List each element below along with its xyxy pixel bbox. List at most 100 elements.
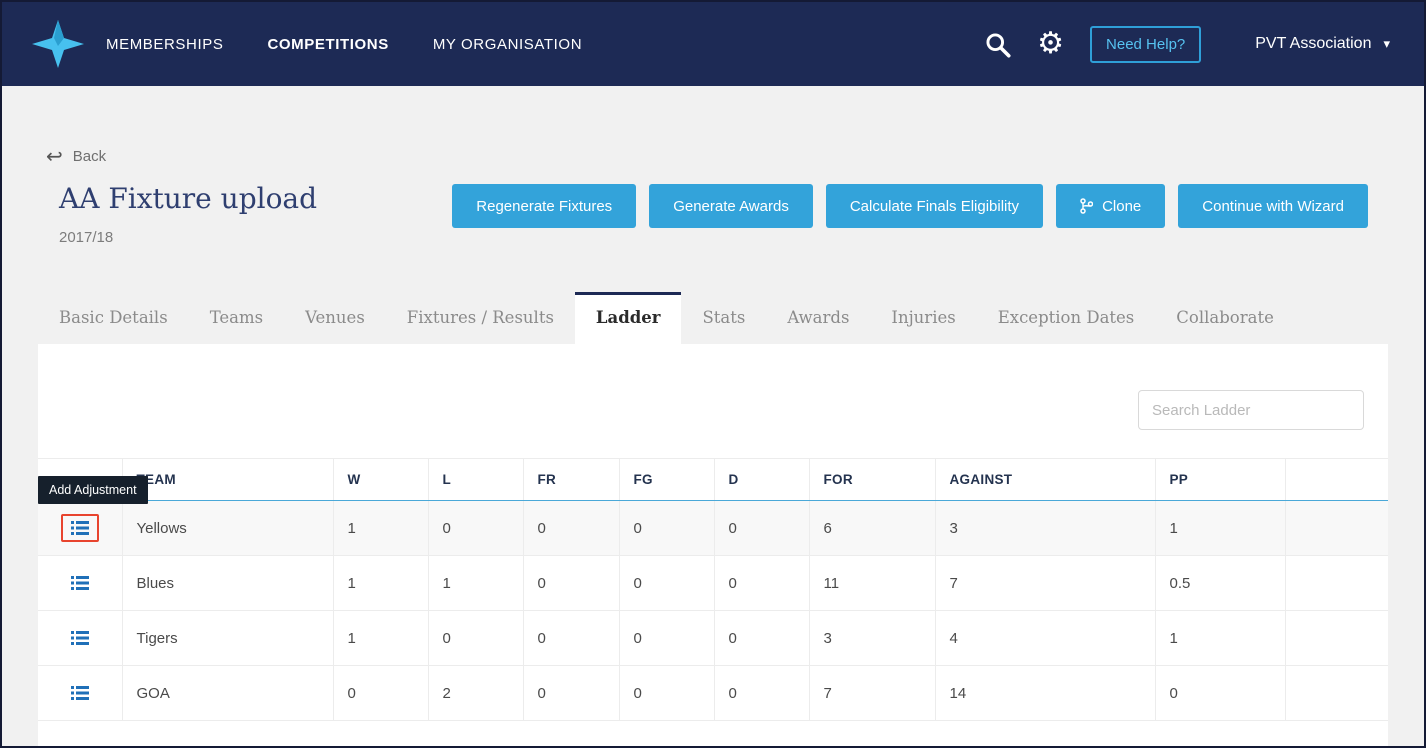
cell-l: 2 (427, 665, 523, 721)
add-adjustment-icon[interactable] (65, 625, 95, 651)
cell-empty (1284, 500, 1388, 556)
cell-w: 1 (332, 500, 428, 556)
tab-ladder[interactable]: Ladder (574, 292, 682, 344)
cell-pp: 0 (1154, 665, 1285, 721)
branch-icon (1080, 198, 1094, 214)
cell-fg: 0 (618, 665, 714, 721)
table-row: Yellows 1 0 0 0 0 6 3 1 (38, 500, 1388, 556)
cell-l: 1 (427, 555, 523, 611)
org-name: PVT Association (1255, 35, 1372, 52)
cell-l: 0 (427, 610, 523, 666)
table-row: Blues 1 1 0 0 0 11 7 0.5 (38, 555, 1388, 611)
col-pp: PP (1154, 458, 1285, 501)
gear-icon[interactable]: ⚙ (1037, 29, 1064, 59)
cell-against: 4 (934, 610, 1155, 666)
cell-for: 6 (808, 500, 935, 556)
col-w: W (332, 458, 428, 501)
team-name: Tigers (121, 610, 333, 666)
star-logo-icon (32, 20, 84, 68)
add-adjustment-icon[interactable] (70, 521, 89, 535)
nav-competitions[interactable]: COMPETITIONS (267, 36, 388, 53)
add-adjustment-icon[interactable] (65, 570, 95, 596)
cell-against: 3 (934, 500, 1155, 556)
tab-basic-details[interactable]: Basic Details (38, 292, 189, 344)
table-row: Tigers 1 0 0 0 0 3 4 1 (38, 610, 1388, 666)
cell-against: 14 (934, 665, 1155, 721)
page-title: AA Fixture upload (59, 182, 318, 215)
back-arrow-icon: ↩ (46, 144, 63, 168)
app-logo-icon[interactable] (30, 18, 86, 70)
cell-w: 1 (332, 555, 428, 611)
season-label: 2017/18 (59, 229, 114, 246)
cell-pp: 1 (1154, 610, 1285, 666)
team-name: Blues (121, 555, 333, 611)
search-row (38, 344, 1388, 430)
tab-awards[interactable]: Awards (766, 292, 870, 344)
col-l: L (427, 458, 523, 501)
tab-venues[interactable]: Venues (284, 292, 386, 344)
calculate-finals-eligibility-button[interactable]: Calculate Finals Eligibility (825, 184, 1044, 228)
cell-fg: 0 (618, 610, 714, 666)
table-header-row: TEAM W L FR FG D FOR AGAINST PP (38, 458, 1388, 501)
app-window: MEMBERSHIPS COMPETITIONS MY ORGANISATION… (0, 0, 1426, 748)
tab-exception-dates[interactable]: Exception Dates (977, 292, 1156, 344)
add-adjustment-icon[interactable] (65, 680, 95, 706)
cell-pp: 1 (1154, 500, 1285, 556)
cell-d: 0 (713, 610, 809, 666)
cell-fr: 0 (522, 610, 619, 666)
back-link[interactable]: ↩ Back (46, 144, 106, 168)
col-for: FOR (808, 458, 935, 501)
clone-button[interactable]: Clone (1056, 184, 1166, 228)
col-d: D (713, 458, 809, 501)
add-adjustment-tooltip: Add Adjustment (38, 476, 148, 504)
cell-empty (1284, 665, 1388, 721)
cell-d: 0 (713, 555, 809, 611)
title-block: AA Fixture upload 2017/18 (59, 182, 317, 246)
ladder-table: TEAM W L FR FG D FOR AGAINST PP Yellows … (38, 458, 1388, 721)
chevron-down-icon: ▾ (1383, 36, 1390, 52)
cell-fr: 0 (522, 500, 619, 556)
tab-injuries[interactable]: Injuries (870, 292, 976, 344)
cell-fg: 0 (618, 555, 714, 611)
cell-pp: 0.5 (1154, 555, 1285, 611)
regenerate-fixtures-button[interactable]: Regenerate Fixtures (452, 184, 637, 228)
cell-l: 0 (427, 500, 523, 556)
need-help-button[interactable]: Need Help? (1090, 25, 1202, 63)
cell-against: 7 (934, 555, 1155, 611)
cell-for: 3 (808, 610, 935, 666)
continue-with-wizard-button[interactable]: Continue with Wizard (1178, 184, 1368, 228)
cell-w: 0 (332, 665, 428, 721)
generate-awards-button[interactable]: Generate Awards (649, 184, 813, 228)
col-fg: FG (618, 458, 714, 501)
org-switcher[interactable]: PVT Association ▾ (1255, 35, 1390, 53)
cell-for: 11 (808, 555, 935, 611)
cell-empty (1284, 610, 1388, 666)
cell-d: 0 (713, 665, 809, 721)
col-empty (1284, 458, 1388, 501)
cell-d: 0 (713, 500, 809, 556)
ladder-panel: Add Adjustment TEAM W L FR FG D FOR (38, 344, 1388, 746)
cell-fr: 0 (522, 555, 619, 611)
tab-fixtures-results[interactable]: Fixtures / Results (386, 292, 575, 344)
col-team: TEAM (121, 458, 333, 501)
highlight-box (60, 514, 99, 542)
col-fr: FR (522, 458, 619, 501)
col-against: AGAINST (934, 458, 1155, 501)
search-icon[interactable] (984, 31, 1011, 58)
tab-collaborate[interactable]: Collaborate (1155, 292, 1295, 344)
nav-memberships[interactable]: MEMBERSHIPS (106, 36, 223, 53)
back-label: Back (72, 147, 107, 165)
search-ladder-input[interactable] (1138, 390, 1364, 430)
cell-empty (1284, 555, 1388, 611)
cell-for: 7 (808, 665, 935, 721)
action-buttons: Regenerate Fixtures Generate Awards Calc… (452, 184, 1368, 228)
table-row: GOA 0 2 0 0 0 7 14 0 (38, 665, 1388, 721)
nav-my-organisation[interactable]: MY ORGANISATION (433, 36, 582, 53)
cell-w: 1 (332, 610, 428, 666)
gear-glyph: ⚙ (1037, 26, 1065, 61)
tab-teams[interactable]: Teams (189, 292, 284, 344)
tab-stats[interactable]: Stats (681, 292, 766, 344)
top-navbar: MEMBERSHIPS COMPETITIONS MY ORGANISATION… (2, 2, 1424, 86)
cell-fg: 0 (618, 500, 714, 556)
cell-fr: 0 (522, 665, 619, 721)
